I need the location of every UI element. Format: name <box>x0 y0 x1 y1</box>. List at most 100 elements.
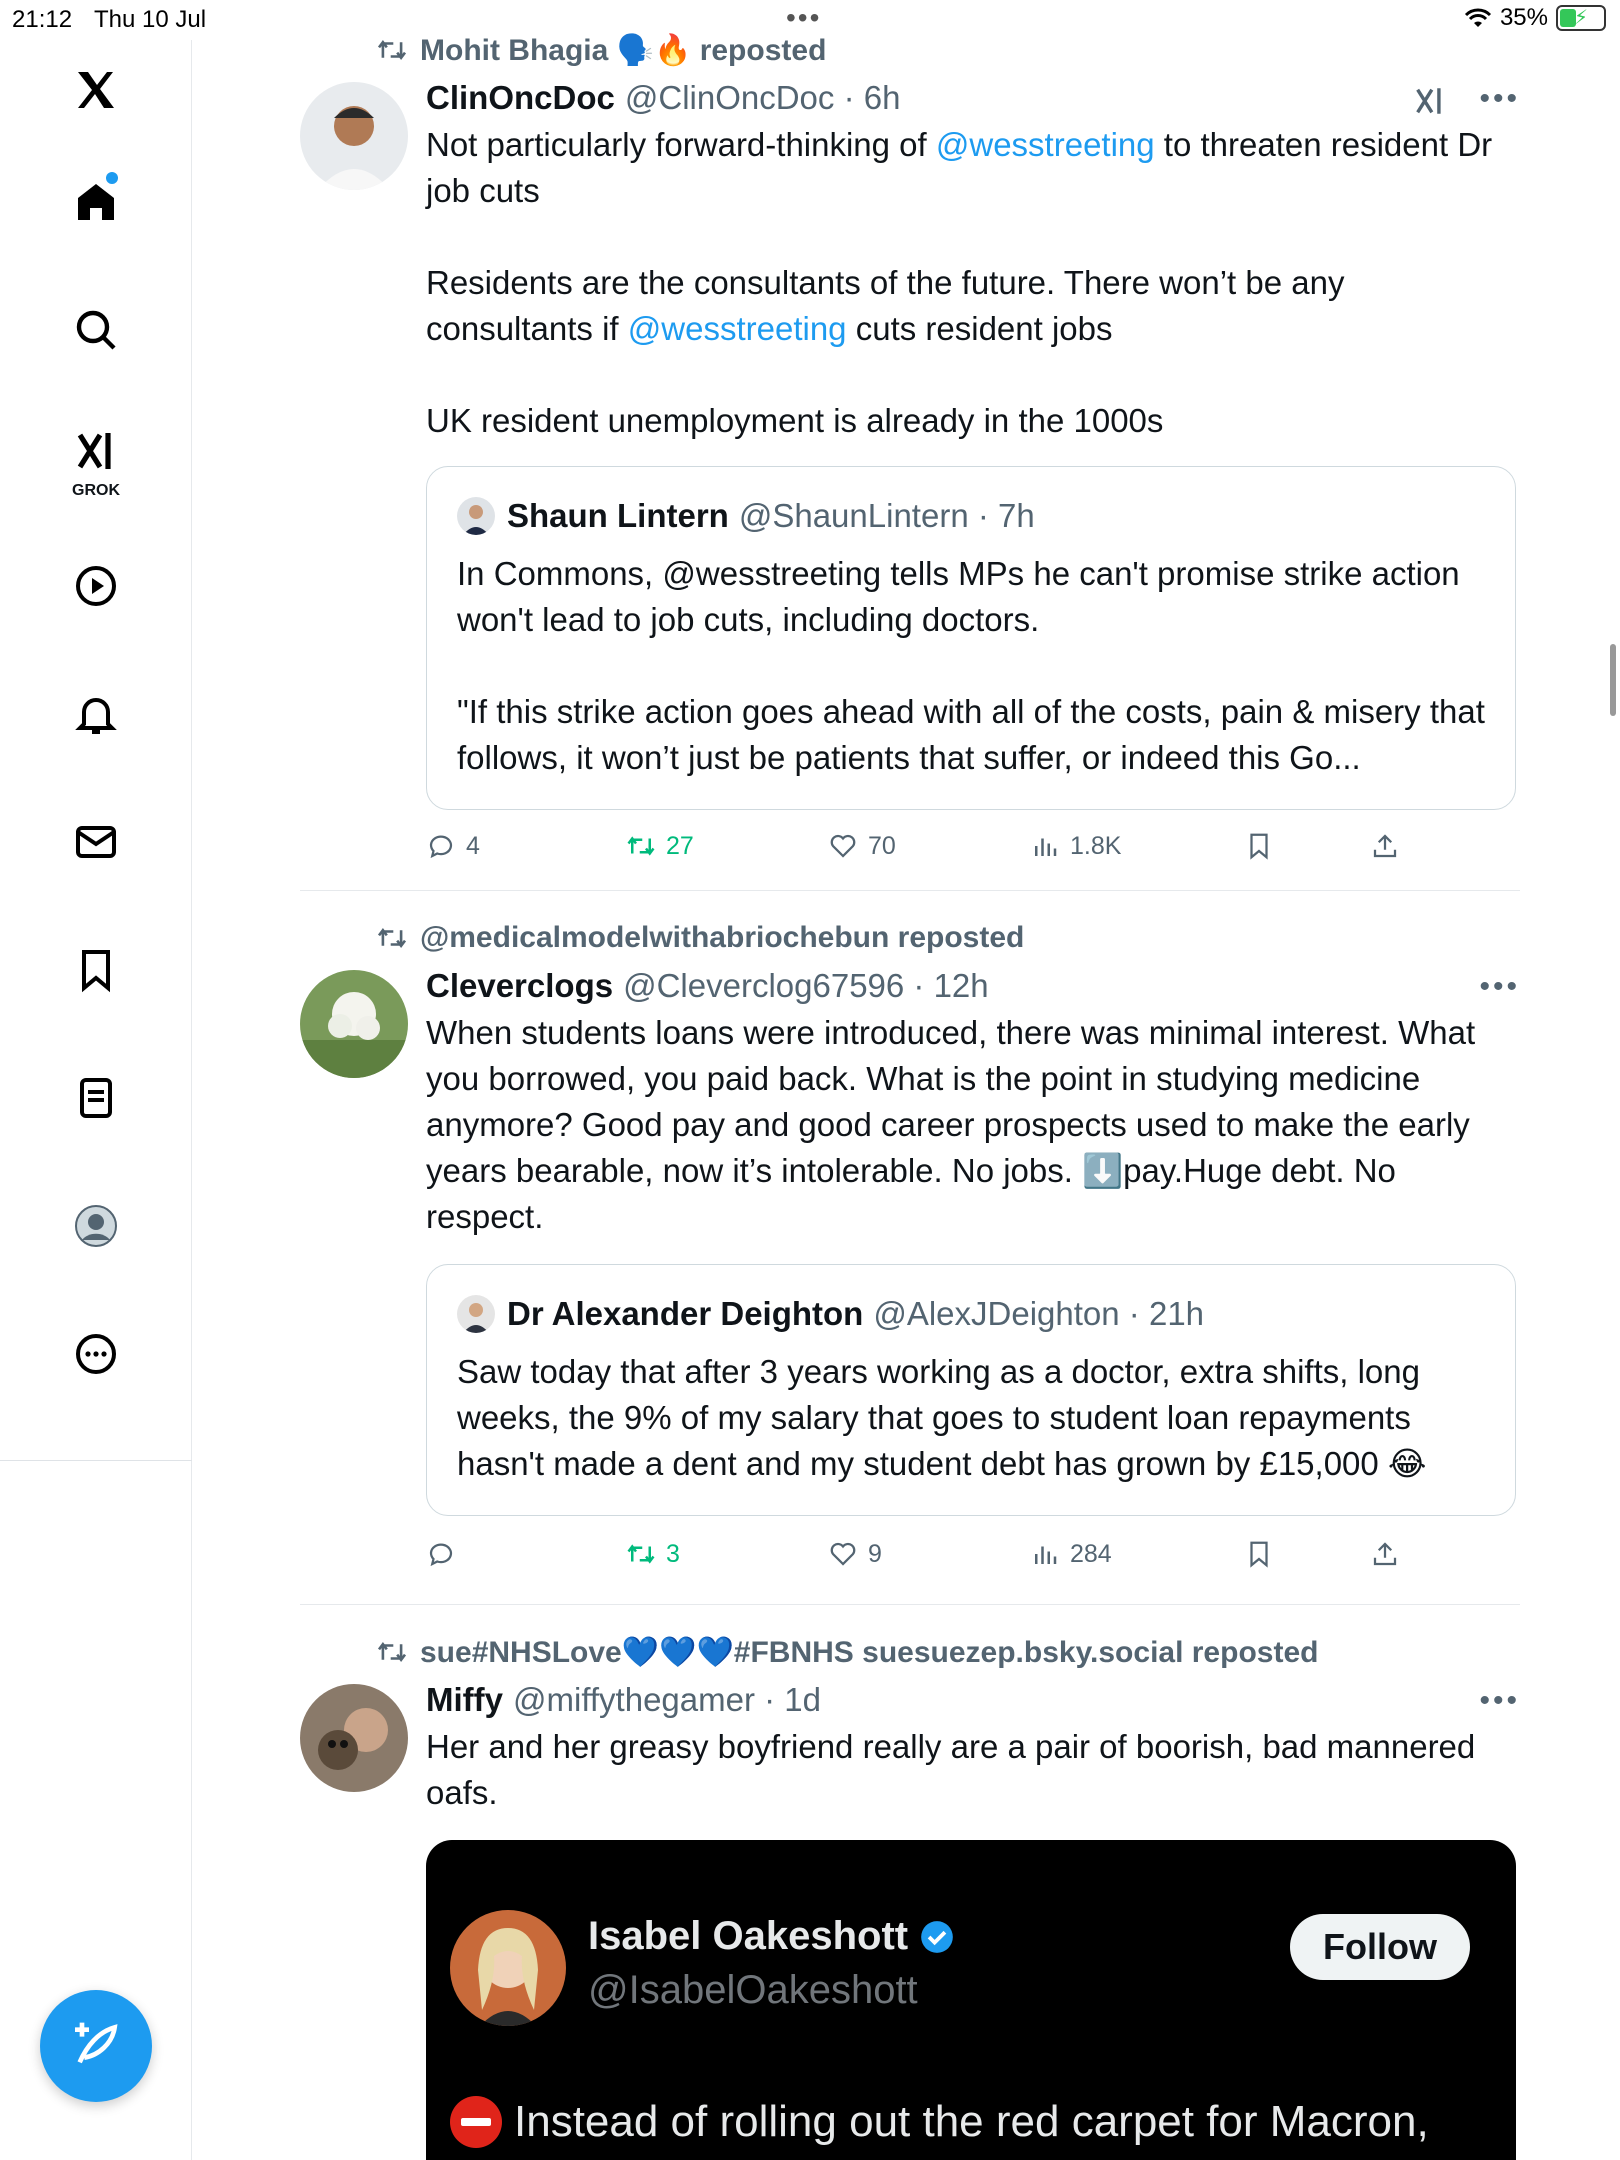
like-count: 9 <box>868 1539 882 1568</box>
repost-by[interactable]: @medicalmodelwithabriochebun reposted <box>420 921 1024 955</box>
text-part: Not particularly forward-thinking of <box>426 126 936 163</box>
list-icon[interactable] <box>60 1062 132 1134</box>
avatar[interactable] <box>300 1684 408 1792</box>
embed-author: Isabel Oakeshott <box>588 1914 956 1959</box>
tweet-actions: 4 27 70 1.8K <box>426 824 1466 868</box>
play-icon[interactable] <box>60 550 132 622</box>
view-count: 1.8K <box>1070 831 1122 860</box>
reply-button[interactable]: 4 <box>426 824 480 868</box>
sidebar-divider <box>0 1460 192 1461</box>
compose-icon <box>75 2022 118 2064</box>
embed-avatar <box>450 1910 566 2026</box>
like-icon <box>830 1542 856 1566</box>
like-icon <box>830 834 856 858</box>
more-options-icon[interactable]: ••• <box>1479 970 1520 1004</box>
reply-icon <box>429 1543 453 1567</box>
grok-label: GROK <box>72 482 120 499</box>
share-button[interactable] <box>1370 1532 1400 1576</box>
bookmark-icon <box>1250 833 1268 860</box>
author-name[interactable]: Miffy <box>426 1681 503 1719</box>
tweet-text: When students loans were introduced, the… <box>426 1014 1485 1235</box>
avatar[interactable] <box>300 82 408 190</box>
bookmark-icon[interactable] <box>60 934 132 1006</box>
grok-icon[interactable] <box>1412 84 1446 118</box>
profile-icon[interactable] <box>60 1190 132 1262</box>
compose-button[interactable] <box>40 1990 152 2102</box>
repost-button[interactable]: 27 <box>626 824 694 868</box>
retweet-icon <box>627 1544 655 1564</box>
x-logo-icon[interactable] <box>60 54 132 126</box>
share-icon <box>1373 1542 1397 1566</box>
retweet-icon <box>377 928 407 948</box>
embed-handle: @IsabelOakeshott <box>588 1968 918 2012</box>
mention-link[interactable]: @wesstreeting <box>628 310 847 347</box>
views-button[interactable]: 284 <box>1030 1532 1112 1576</box>
no-entry-icon <box>450 2096 502 2148</box>
retweet-icon <box>377 40 407 60</box>
author-handle[interactable]: @ClinOncDoc · 6h <box>625 79 901 117</box>
embedded-media[interactable]: Isabel Oakeshott @IsabelOakeshott Follow… <box>426 1840 1516 2160</box>
repost-indicator: Mohit Bhagia 🗣️🔥 reposted <box>376 30 826 70</box>
quote-header: Shaun Lintern @ShaunLintern · 7h <box>457 495 1035 537</box>
tweet-text: Her and her greasy boyfriend really are … <box>426 1728 1485 1811</box>
views-button[interactable]: 1.8K <box>1030 824 1121 868</box>
tweet-text: Not particularly forward-thinking of @we… <box>426 122 1516 444</box>
repost-count: 3 <box>666 1539 680 1568</box>
status-date: Thu 10 Jul <box>94 6 207 33</box>
tweet-divider <box>300 1604 1520 1605</box>
mail-icon[interactable] <box>60 806 132 878</box>
avatar[interactable] <box>300 970 408 1078</box>
bookmark-icon <box>1250 1541 1268 1568</box>
notification-dot <box>106 172 118 184</box>
home-icon[interactable] <box>60 166 132 238</box>
author-name[interactable]: ClinOncDoc <box>426 79 615 117</box>
quote-avatar <box>457 497 495 535</box>
follow-button[interactable]: Follow <box>1290 1914 1470 1980</box>
reply-button[interactable] <box>426 1532 466 1576</box>
author-handle[interactable]: @Cleverclog67596 · 12h <box>623 967 989 1005</box>
quoted-tweet[interactable]: Dr Alexander Deighton @AlexJDeighton · 2… <box>426 1264 1516 1516</box>
tweet-divider <box>300 890 1520 891</box>
tweet-header: Cleverclogs @Cleverclog67596 · 12h <box>426 964 989 1008</box>
quote-handle: @AlexJDeighton · 21h <box>873 1295 1205 1332</box>
like-button[interactable]: 70 <box>828 824 896 868</box>
repost-indicator: @medicalmodelwithabriochebun reposted <box>376 918 1024 958</box>
more-options-icon[interactable]: ••• <box>1479 1684 1520 1718</box>
share-button[interactable] <box>1370 824 1400 868</box>
scrollbar[interactable] <box>1610 644 1616 716</box>
views-icon <box>1035 1546 1057 1564</box>
battery-icon: ⚡ <box>1556 5 1606 31</box>
sidebar: GROK <box>0 40 192 2160</box>
reply-count: 4 <box>466 831 480 860</box>
retweet-icon <box>377 1642 407 1662</box>
view-count: 284 <box>1070 1539 1112 1568</box>
repost-count: 27 <box>666 831 694 860</box>
repost-by[interactable]: Mohit Bhagia 🗣️🔥 reposted <box>420 33 826 68</box>
share-icon <box>1373 834 1397 858</box>
like-button[interactable]: 9 <box>828 1532 882 1576</box>
quoted-tweet[interactable]: Shaun Lintern @ShaunLintern · 7h In Comm… <box>426 466 1516 810</box>
repost-by[interactable]: sue#NHSLove💙💙💙#FBNHS suesuezep.bsky.soci… <box>420 1635 1318 1670</box>
mention-link[interactable]: @wesstreeting <box>936 126 1155 163</box>
status-time: 21:12 <box>12 6 73 33</box>
bookmark-button[interactable] <box>1244 824 1274 868</box>
repost-button[interactable]: 3 <box>626 1532 680 1576</box>
bell-icon[interactable] <box>60 678 132 750</box>
grok-icon[interactable]: GROK <box>60 422 132 499</box>
author-handle[interactable]: @miffythegamer · 1d <box>513 1681 821 1719</box>
search-icon[interactable] <box>60 294 132 366</box>
verified-icon <box>921 1920 953 1953</box>
more-icon[interactable] <box>60 1318 132 1390</box>
retweet-icon <box>627 836 655 856</box>
reply-icon <box>429 835 453 859</box>
more-options-icon[interactable]: ••• <box>1479 82 1520 116</box>
quote-author: Dr Alexander Deighton <box>507 1295 864 1332</box>
embed-text: Instead of rolling out the red carpet fo… <box>450 2096 1429 2148</box>
like-count: 70 <box>868 831 896 860</box>
author-name[interactable]: Cleverclogs <box>426 967 613 1005</box>
quote-handle: @ShaunLintern · 7h <box>738 497 1035 534</box>
bookmark-button[interactable] <box>1244 1532 1274 1576</box>
embed-text-content: Instead of rolling out the red carpet fo… <box>514 2097 1429 2146</box>
quote-author: Shaun Lintern <box>507 497 729 534</box>
tweet-header: Miffy @miffythegamer · 1d <box>426 1678 821 1722</box>
